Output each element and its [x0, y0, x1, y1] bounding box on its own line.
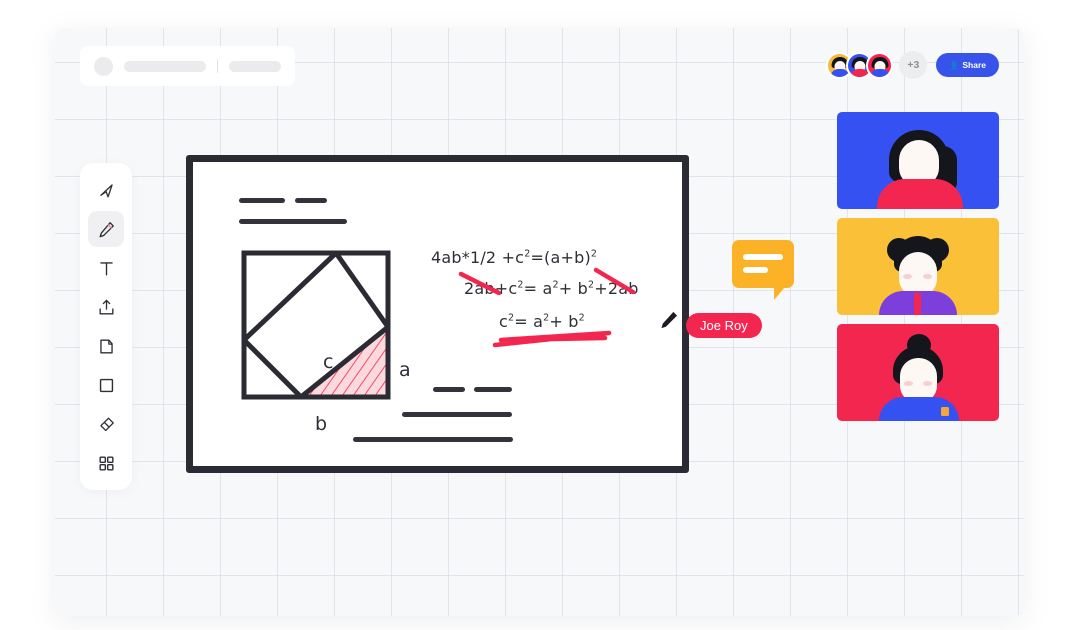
person-add-icon: 👤	[949, 60, 960, 70]
tool-note[interactable]	[88, 328, 124, 364]
grid-apps-icon	[97, 454, 116, 473]
participant-face	[900, 358, 937, 402]
collaborator-cursor: Joe Roy	[658, 309, 762, 338]
square-icon	[97, 376, 116, 395]
eraser-icon	[97, 415, 116, 434]
drawing-toolbar[interactable]	[80, 163, 132, 490]
pencil-icon	[97, 220, 116, 239]
participant-cheek-right	[923, 381, 932, 386]
tool-text[interactable]	[88, 250, 124, 286]
share-button[interactable]: 👤 Share	[936, 53, 999, 77]
participants-overflow-count[interactable]: +3	[899, 51, 928, 79]
tool-upload[interactable]	[88, 289, 124, 325]
participants-bar: +3 👤 Share	[826, 49, 999, 81]
sketch-line	[474, 387, 512, 392]
chat-message-bubble[interactable]	[732, 240, 794, 300]
sketch-line	[239, 219, 347, 224]
participant-shirt	[877, 179, 963, 209]
cursor-user-label: Joe Roy	[686, 313, 762, 338]
equation-line-1: 4ab*1/2 +c2=(a+b)2	[431, 248, 598, 267]
video-tile-participant-2[interactable]	[837, 218, 999, 315]
whiteboard-canvas-card[interactable]: +3 👤 Share c a b 4ab*1/2 +c2=(a+b)2 2ab+…	[55, 28, 1024, 616]
sketch-line	[239, 198, 285, 203]
tool-pencil[interactable]	[88, 211, 124, 247]
note-icon	[97, 337, 116, 356]
participant-collar	[914, 293, 921, 315]
tool-apps[interactable]	[88, 445, 124, 481]
whiteboard-surface[interactable]: c a b 4ab*1/2 +c2=(a+b)2 2ab+c2= a2+ b2+…	[193, 162, 682, 466]
video-tile-participant-3[interactable]	[837, 324, 999, 421]
equation-line-2: 2ab+c2= a2+ b2+2ab	[464, 279, 639, 298]
tool-cursor[interactable]	[88, 172, 124, 208]
participant-badge-icon	[941, 407, 949, 416]
sketch-line	[433, 387, 465, 392]
share-button-label: Share	[962, 60, 986, 70]
bubble-line-1	[743, 254, 783, 260]
svg-text:c: c	[323, 351, 333, 373]
equation-line-3: c2= a2+ b2	[499, 312, 585, 331]
participant-cheek-left	[903, 274, 912, 279]
tool-eraser[interactable]	[88, 406, 124, 442]
avatar-body	[870, 68, 890, 77]
svg-text:a: a	[399, 359, 411, 381]
cursor-arrow-icon	[97, 181, 116, 200]
pythagorean-theorem-diagram: c a b	[241, 250, 411, 435]
participant-avatar-3[interactable]	[866, 51, 894, 79]
video-tile-participant-1[interactable]	[837, 112, 999, 209]
loading-placeholder-header	[80, 46, 295, 86]
tool-shape[interactable]	[88, 367, 124, 403]
placeholder-title-bar	[124, 60, 206, 72]
text-icon	[97, 259, 116, 278]
placeholder-avatar-circle	[94, 56, 113, 76]
placeholder-divider	[217, 59, 218, 73]
participant-cheek-right	[923, 274, 932, 279]
placeholder-subtitle-bar	[229, 60, 281, 72]
participant-cheek-left	[904, 381, 913, 386]
svg-text:b: b	[315, 413, 327, 435]
sketch-line	[295, 198, 327, 203]
avatar-stack[interactable]	[826, 51, 894, 79]
whiteboard-frame[interactable]: c a b 4ab*1/2 +c2=(a+b)2 2ab+c2= a2+ b2+…	[186, 155, 689, 473]
bubble-line-2	[743, 267, 768, 273]
upload-icon	[97, 298, 116, 317]
pencil-cursor-icon	[658, 311, 680, 335]
